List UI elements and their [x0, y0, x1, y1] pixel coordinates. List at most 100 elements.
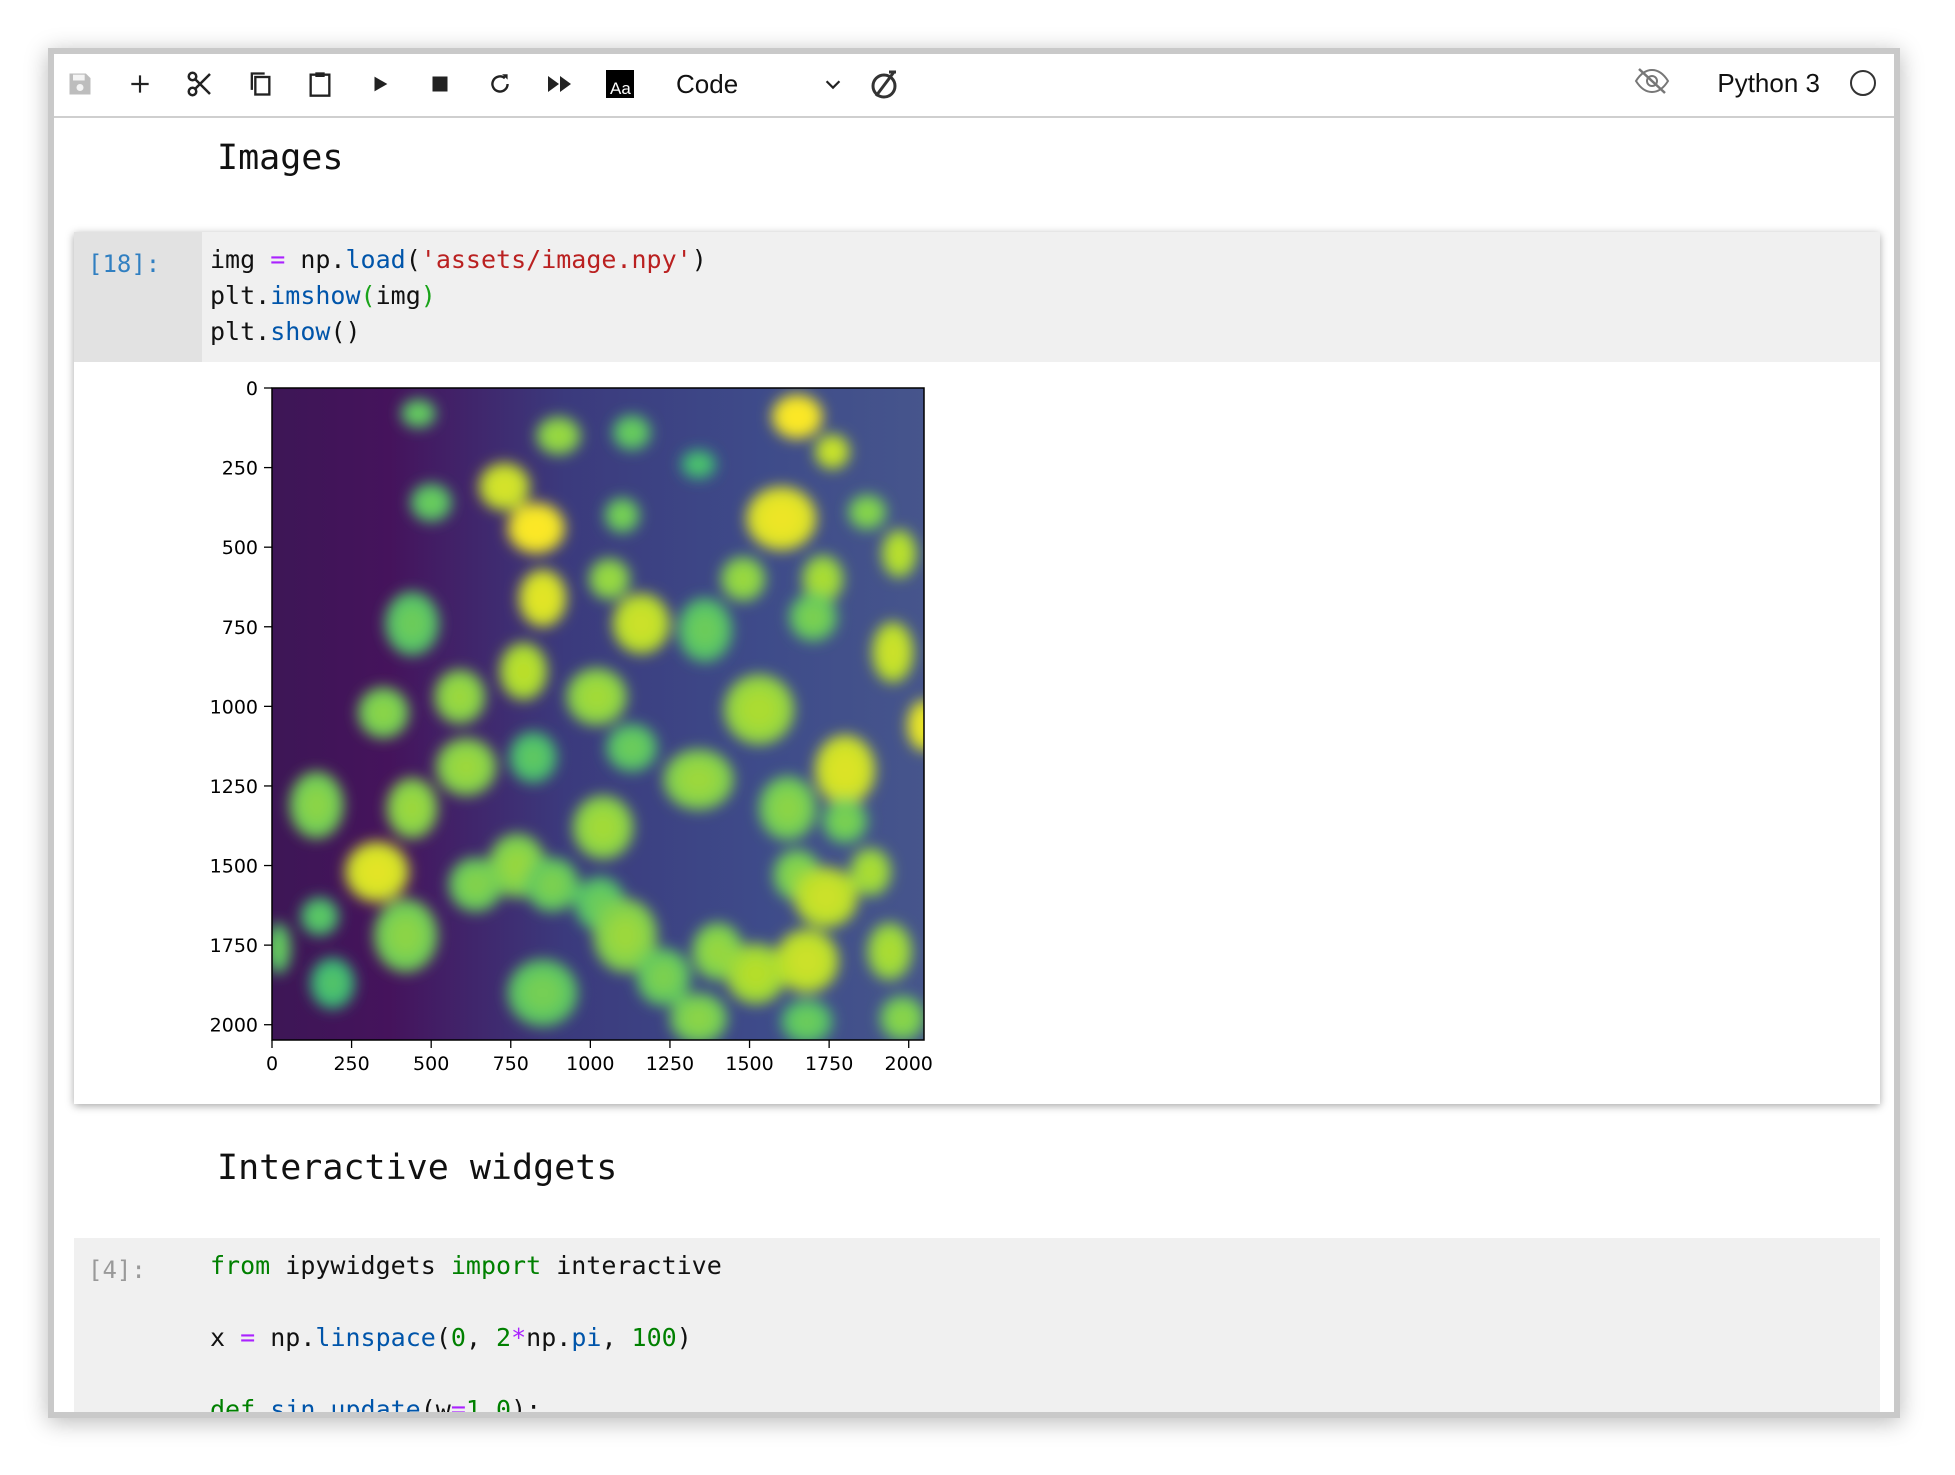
heatmap-blob-core — [388, 915, 424, 956]
heatmap-blob-core — [771, 790, 804, 826]
heatmap-blob-core — [792, 1009, 821, 1034]
chevron-down-icon — [825, 80, 841, 90]
code-cell-4[interactable]: [4]: from ipywidgets import interactive … — [74, 1238, 1880, 1418]
cell-type-select[interactable]: Code — [674, 62, 844, 106]
heatmap-blob-core — [822, 442, 842, 462]
heatmap-blob-core — [546, 425, 571, 447]
heatmap-blob-core — [510, 655, 537, 688]
heatmap-blob-core — [621, 422, 643, 443]
heatmap-blob-core — [529, 582, 556, 614]
heatmap-blob-core — [679, 762, 718, 797]
heatmap-blob-core — [688, 456, 709, 473]
notebook-window: Aa Code Python 3 Images [18]: img = np.l… — [48, 48, 1900, 1418]
code-line: from ipywidgets import interactive — [210, 1251, 722, 1280]
heatmap-blob-core — [301, 786, 332, 824]
imshow-plot: 0 250 500 750 1000 1250 1500 1750 2000 0 250 500 750… — [210, 378, 933, 1075]
heatmap-blob-core — [877, 935, 902, 968]
svg-text:Aa: Aa — [610, 79, 631, 98]
heatmap-blob-core — [460, 869, 491, 900]
cell-input[interactable]: [4]: from ipywidgets import interactive … — [74, 1238, 1880, 1418]
cell-output: 0 250 500 750 1000 1250 1500 1750 2000 0 250 500 750… — [74, 362, 1880, 1104]
heatmap-blob-core — [523, 974, 562, 1012]
kernel-status-indicator — [1850, 70, 1876, 96]
y-tick-label: 2000 — [210, 1015, 258, 1037]
heatmap-blob-core — [828, 750, 862, 790]
heatmap-blob-core — [889, 540, 909, 567]
heatmap-blob-core — [762, 501, 801, 537]
cell-input[interactable]: [18]: img = np.load('assets/image.npy') … — [74, 232, 1880, 362]
heatmap-blob-core — [612, 505, 632, 525]
x-tick-label: 750 — [493, 1053, 529, 1075]
heatmap-blob-core — [783, 404, 812, 429]
run-icon[interactable] — [360, 64, 400, 104]
heatmap-blob-core — [808, 880, 844, 915]
code-line: def sin_update(w=1.0): — [210, 1395, 542, 1418]
notebook-toolbar: Aa Code Python 3 — [54, 54, 1894, 118]
code-line: x = np.linspace(0, 2*np.pi, 100) — [210, 1323, 692, 1352]
x-tick-label: 1250 — [646, 1053, 694, 1075]
heatmap-blob-core — [703, 935, 732, 968]
code-line: plt.imshow(img) — [210, 281, 436, 310]
code-editor[interactable]: from ipywidgets import interactive x = n… — [210, 1248, 722, 1418]
x-tick-label: 2000 — [885, 1053, 933, 1075]
heatmap-blob-core — [272, 934, 286, 963]
heatmap-blob-core — [408, 405, 429, 422]
add-icon[interactable] — [120, 64, 160, 104]
heatmap-blob-core — [419, 492, 443, 514]
heatmap-blob-core — [832, 808, 858, 834]
git-icon[interactable] — [864, 64, 904, 104]
heatmap-blob-core — [617, 734, 646, 761]
code-editor[interactable]: img = np.load('assets/image.npy') plt.im… — [210, 242, 707, 350]
y-tick-label: 1000 — [210, 696, 258, 718]
heatmap-blob-core — [309, 905, 331, 927]
x-tick-label: 250 — [333, 1053, 369, 1075]
cell-prompt: [18]: — [88, 250, 161, 278]
y-tick-label: 1500 — [210, 856, 258, 878]
heatmap-blob-core — [490, 473, 519, 500]
heatmap-blob-core — [789, 943, 825, 979]
heatmap-blob-core — [739, 957, 773, 991]
kernel-name[interactable]: Python 3 — [1717, 68, 1820, 99]
heatmap-blob-core — [520, 514, 552, 543]
heatmap-blob-core — [449, 751, 483, 783]
heatmap-blob-core — [811, 565, 835, 593]
copy-icon[interactable] — [240, 64, 280, 104]
property-inspector-icon[interactable]: Aa — [600, 64, 640, 104]
heatmap-blob-core — [682, 1004, 715, 1033]
heatmap-blob-core — [859, 858, 882, 886]
x-tick-label: 1500 — [725, 1053, 773, 1075]
x-tick-label: 500 — [413, 1053, 449, 1075]
restart-icon[interactable] — [480, 64, 520, 104]
heatmap-blob-core — [607, 915, 643, 956]
y-tick-label: 1750 — [210, 935, 258, 957]
heatmap-blob-core — [537, 869, 568, 900]
heatmap-blob-core — [398, 791, 427, 825]
heatmap-blob-core — [586, 809, 620, 845]
hidden-eye-icon[interactable] — [1634, 66, 1674, 102]
code-line: plt.show() — [210, 317, 361, 346]
heatmap-blob-core — [856, 502, 878, 522]
heatmap-blob-core — [800, 604, 827, 631]
paste-icon[interactable] — [300, 64, 340, 104]
y-tick-label: 0 — [246, 378, 258, 400]
cut-icon[interactable] — [180, 64, 220, 104]
code-line: img = np.load('assets/image.npy') — [210, 245, 707, 274]
heatmap-blob-core — [648, 961, 679, 993]
y-tick-label: 250 — [222, 458, 258, 480]
heatmap-blob-core — [519, 743, 547, 772]
stop-icon[interactable] — [420, 64, 460, 104]
heatmap-blob-core — [881, 635, 905, 669]
heading-images: Images — [217, 138, 344, 178]
heading-interactive-widgets: Interactive widgets — [217, 1148, 618, 1188]
y-tick-label: 500 — [222, 537, 258, 559]
heatmap-blob-core — [739, 690, 779, 729]
y-tick-label: 1250 — [210, 776, 258, 798]
notebook-content: Images [18]: img = np.load('assets/image… — [54, 118, 1894, 1412]
heatmap-blob-core — [730, 566, 756, 592]
heatmap-blob-core — [320, 969, 345, 998]
heatmap-blob-core — [598, 567, 621, 591]
heatmap-blob-core — [890, 1006, 915, 1031]
save-icon[interactable] — [60, 64, 100, 104]
code-cell-18[interactable]: [18]: img = np.load('assets/image.npy') … — [74, 232, 1880, 1104]
fast-forward-icon[interactable] — [540, 64, 580, 104]
